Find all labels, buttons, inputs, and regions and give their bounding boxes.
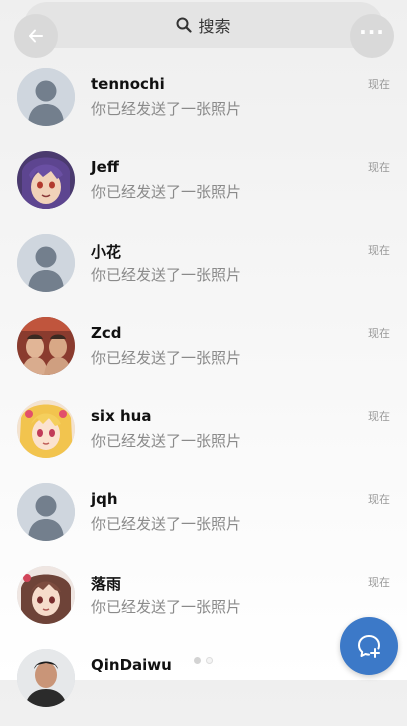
- contact-name: jqh: [91, 490, 118, 508]
- timestamp: 现在: [368, 161, 390, 174]
- conversation-row[interactable]: jqh 你已经发送了一张照片 现在: [0, 477, 407, 560]
- photo-person-avatar: [17, 649, 75, 707]
- timestamp: 现在: [368, 244, 390, 257]
- more-button[interactable]: ···: [350, 14, 394, 58]
- timestamp: 现在: [368, 410, 390, 423]
- contact-name: Zcd: [91, 324, 122, 342]
- conversation-row[interactable]: Jeff 你已经发送了一张照片 现在: [0, 145, 407, 228]
- search-bar[interactable]: 搜索: [24, 2, 383, 48]
- page-indicator: [194, 657, 213, 664]
- new-chat-icon: [358, 635, 381, 658]
- timestamp: 现在: [368, 327, 390, 340]
- search-icon: [176, 17, 193, 33]
- timestamp: 现在: [368, 493, 390, 506]
- last-message: 你已经发送了一张照片: [91, 349, 242, 367]
- contact-name: QinDaiwu: [91, 656, 172, 674]
- contact-name: 落雨: [91, 575, 122, 593]
- more-icon: ···: [359, 20, 385, 44]
- last-message: 你已经发送了一张照片: [91, 598, 242, 616]
- search-label: 搜索: [198, 17, 231, 36]
- new-chat-button[interactable]: [340, 617, 398, 675]
- conversation-row[interactable]: tennochi 你已经发送了一张照片 现在: [0, 62, 407, 145]
- default-avatar: [17, 234, 75, 292]
- anime-blonde-avatar: [17, 400, 75, 458]
- last-message: 你已经发送了一张照片: [91, 183, 242, 201]
- contact-name: 小花: [91, 243, 122, 261]
- contact-name: six hua: [91, 407, 152, 425]
- conversation-row[interactable]: 小花 你已经发送了一张照片 现在: [0, 228, 407, 311]
- default-avatar: [17, 483, 75, 541]
- last-message: 你已经发送了一张照片: [91, 100, 242, 118]
- default-avatar: [17, 68, 75, 126]
- photo-avatar: [17, 317, 75, 375]
- conversation-row[interactable]: six hua 你已经发送了一张照片 现在: [0, 394, 407, 477]
- top-bar: 搜索 ···: [0, 0, 407, 58]
- contact-name: tennochi: [91, 75, 165, 93]
- anime-purple-hair-avatar: [17, 151, 75, 209]
- contact-name: Jeff: [91, 158, 119, 176]
- anime-brown-hair-avatar: [17, 566, 75, 624]
- back-button[interactable]: [14, 14, 58, 58]
- last-message: 你已经发送了一张照片: [91, 515, 242, 533]
- page-dot-active[interactable]: [206, 657, 213, 664]
- page-dot[interactable]: [194, 657, 201, 664]
- timestamp: 现在: [368, 78, 390, 91]
- last-message: 你已经发送了一张照片: [91, 432, 242, 450]
- back-arrow-icon: [29, 29, 43, 43]
- timestamp: 现在: [368, 576, 390, 589]
- last-message: 你已经发送了一张照片: [91, 266, 242, 284]
- conversation-row[interactable]: Zcd 你已经发送了一张照片 现在: [0, 311, 407, 394]
